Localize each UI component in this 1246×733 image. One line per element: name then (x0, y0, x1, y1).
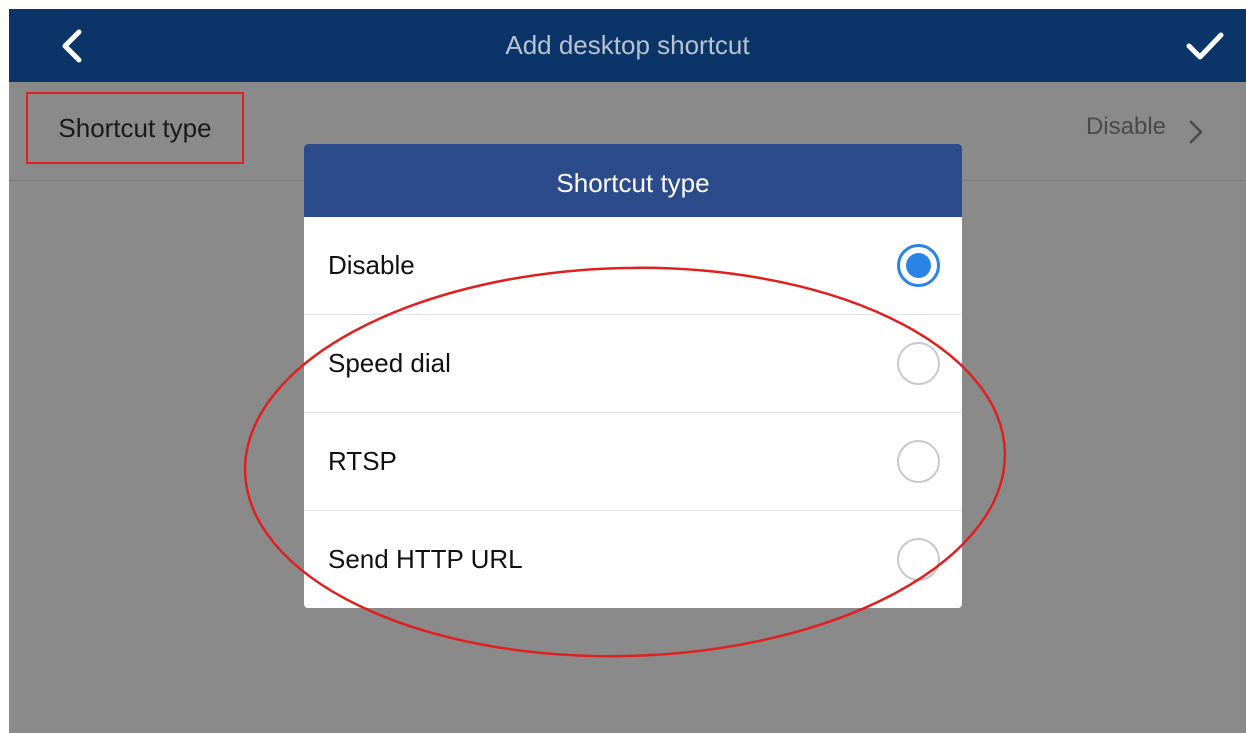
radio-button[interactable] (897, 342, 940, 385)
shortcut-type-dialog: Shortcut type Disable Speed dial RTSP Se… (304, 144, 962, 608)
option-disable[interactable]: Disable (304, 217, 962, 315)
radio-button[interactable] (897, 440, 940, 483)
checkmark-icon (1186, 32, 1224, 60)
option-rtsp[interactable]: RTSP (304, 413, 962, 511)
shortcut-type-value: Disable (1085, 113, 1166, 140)
shortcut-type-label: Shortcut type (26, 92, 244, 164)
radio-button[interactable] (897, 244, 940, 287)
option-label: Send HTTP URL (328, 544, 523, 574)
confirm-button[interactable] (1178, 21, 1232, 71)
page-title: Add desktop shortcut (505, 30, 750, 60)
option-send-http-url[interactable]: Send HTTP URL (304, 511, 962, 608)
radio-button[interactable] (897, 538, 940, 581)
option-label: Disable (328, 250, 415, 280)
screen: Add desktop shortcut Shortcut type Disab… (9, 9, 1246, 733)
option-speed-dial[interactable]: Speed dial (304, 315, 962, 413)
option-label: RTSP (328, 446, 397, 476)
chevron-right-icon (1189, 120, 1203, 144)
app-bar: Add desktop shortcut (9, 9, 1246, 82)
option-label: Speed dial (328, 348, 451, 378)
dialog-title: Shortcut type (304, 144, 962, 217)
